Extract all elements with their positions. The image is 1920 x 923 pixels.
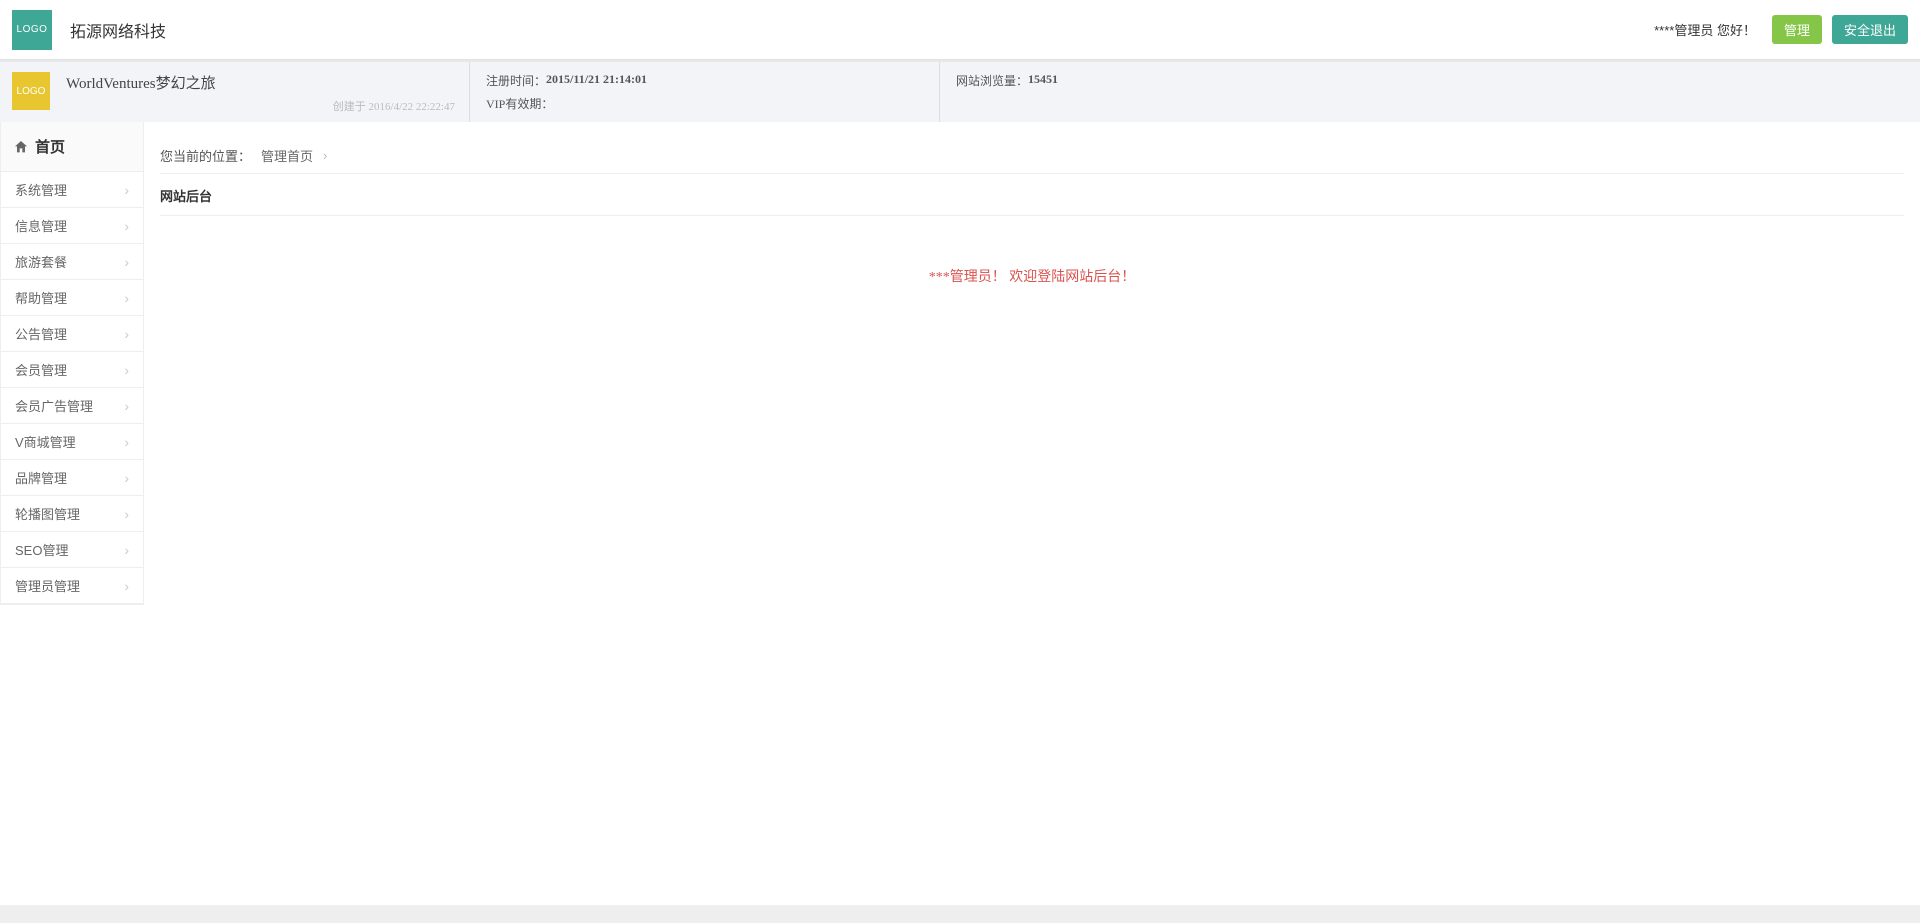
logo-text: LOGO — [17, 24, 48, 35]
info-bar: LOGO WorldVentures梦幻之旅 创建于 2016/4/22 22:… — [0, 62, 1920, 122]
sidebar-item-brand[interactable]: 品牌管理 › — [1, 460, 143, 496]
sidebar-item-label: 信息管理 — [15, 216, 67, 235]
sidebar-item-member[interactable]: 会员管理 › — [1, 352, 143, 388]
chevron-right-icon: › — [124, 398, 129, 414]
views-value: 15451 — [1028, 72, 1058, 89]
chevron-right-icon: › — [124, 542, 129, 558]
sidebar-item-label: 旅游套餐 — [15, 252, 67, 271]
register-value: 2015/11/21 21:14:01 — [546, 72, 647, 89]
sidebar-item-label: 会员广告管理 — [15, 396, 93, 415]
main-layout: 首页 系统管理 › 信息管理 › 旅游套餐 › 帮助管理 › 公告管理 › 会员… — [0, 122, 1920, 605]
sidebar-item-label: 帮助管理 — [15, 288, 67, 307]
chevron-right-icon: › — [124, 182, 129, 198]
chevron-right-icon: › — [124, 254, 129, 270]
views-label: 网站浏览量： — [956, 72, 1028, 89]
breadcrumb-label: 您当前的位置： — [160, 146, 251, 165]
breadcrumb-current[interactable]: 管理首页 — [261, 146, 313, 165]
breadcrumb: 您当前的位置： 管理首页 › — [160, 138, 1904, 174]
chevron-right-icon: › — [124, 506, 129, 522]
site-logo-box[interactable]: LOGO — [12, 72, 50, 110]
sidebar-item-label: SEO管理 — [15, 540, 68, 559]
home-icon — [13, 139, 29, 155]
chevron-right-icon: › — [124, 290, 129, 306]
register-label: 注册时间： — [486, 72, 546, 89]
created-label: 创建于 — [333, 101, 366, 113]
sidebar-item-label: 轮播图管理 — [15, 504, 80, 523]
chevron-right-icon: › — [124, 470, 129, 486]
chevron-right-icon: › — [124, 434, 129, 450]
sidebar-home-label: 首页 — [35, 136, 65, 157]
bottom-bar — [0, 905, 1920, 923]
sidebar-item-member-ads[interactable]: 会员广告管理 › — [1, 388, 143, 424]
vip-row: VIP有效期： — [486, 95, 923, 112]
content: 您当前的位置： 管理首页 › 网站后台 ***管理员！ 欢迎登陆网站后台！ — [144, 122, 1920, 605]
chevron-right-icon: › — [124, 326, 129, 342]
sidebar-item-travel[interactable]: 旅游套餐 › — [1, 244, 143, 280]
section-title: 网站后台 — [160, 174, 1904, 216]
views-row: 网站浏览量： 15451 — [956, 72, 1904, 89]
register-row: 注册时间： 2015/11/21 21:14:01 — [486, 72, 923, 89]
info-col-site: LOGO WorldVentures梦幻之旅 创建于 2016/4/22 22:… — [0, 62, 470, 122]
sidebar-item-admin[interactable]: 管理员管理 › — [1, 568, 143, 604]
sidebar-item-label: 公告管理 — [15, 324, 67, 343]
sidebar-item-system[interactable]: 系统管理 › — [1, 172, 143, 208]
company-name: 拓源网络科技 — [70, 18, 166, 42]
chevron-right-icon: › — [124, 362, 129, 378]
info-col-dates: 注册时间： 2015/11/21 21:14:01 VIP有效期： — [470, 62, 940, 122]
greeting-text: ****管理员 您好！ — [1654, 20, 1756, 39]
sidebar-item-vmall[interactable]: V商城管理 › — [1, 424, 143, 460]
info-col-views: 网站浏览量： 15451 — [940, 62, 1920, 122]
sidebar-item-help[interactable]: 帮助管理 › — [1, 280, 143, 316]
sidebar-item-carousel[interactable]: 轮播图管理 › — [1, 496, 143, 532]
top-header: LOGO 拓源网络科技 ****管理员 您好！ 管理 安全退出 — [0, 0, 1920, 60]
manage-button[interactable]: 管理 — [1772, 15, 1822, 44]
sidebar-item-announce[interactable]: 公告管理 › — [1, 316, 143, 352]
site-logo-text: LOGO — [17, 86, 46, 97]
top-header-left: LOGO 拓源网络科技 — [12, 10, 166, 50]
sidebar-item-label: V商城管理 — [15, 432, 76, 451]
sidebar-item-info[interactable]: 信息管理 › — [1, 208, 143, 244]
sidebar-item-label: 品牌管理 — [15, 468, 67, 487]
chevron-right-icon: › — [124, 578, 129, 594]
logout-button[interactable]: 安全退出 — [1832, 15, 1908, 44]
chevron-right-icon: › — [323, 148, 327, 163]
created-at: 创建于 2016/4/22 22:22:47 — [333, 98, 455, 114]
sidebar-item-label: 会员管理 — [15, 360, 67, 379]
sidebar: 首页 系统管理 › 信息管理 › 旅游套餐 › 帮助管理 › 公告管理 › 会员… — [0, 122, 144, 605]
sidebar-item-label: 管理员管理 — [15, 576, 80, 595]
created-value: 2016/4/22 22:22:47 — [369, 101, 455, 113]
site-name: WorldVentures梦幻之旅 — [66, 72, 216, 93]
logo-box[interactable]: LOGO — [12, 10, 52, 50]
chevron-right-icon: › — [124, 218, 129, 234]
top-header-right: ****管理员 您好！ 管理 安全退出 — [1654, 15, 1908, 44]
sidebar-item-label: 系统管理 — [15, 180, 67, 199]
sidebar-home[interactable]: 首页 — [1, 122, 143, 172]
vip-label: VIP有效期： — [486, 95, 553, 112]
welcome-message: ***管理员！ 欢迎登陆网站后台！ — [160, 216, 1904, 336]
sidebar-item-seo[interactable]: SEO管理 › — [1, 532, 143, 568]
